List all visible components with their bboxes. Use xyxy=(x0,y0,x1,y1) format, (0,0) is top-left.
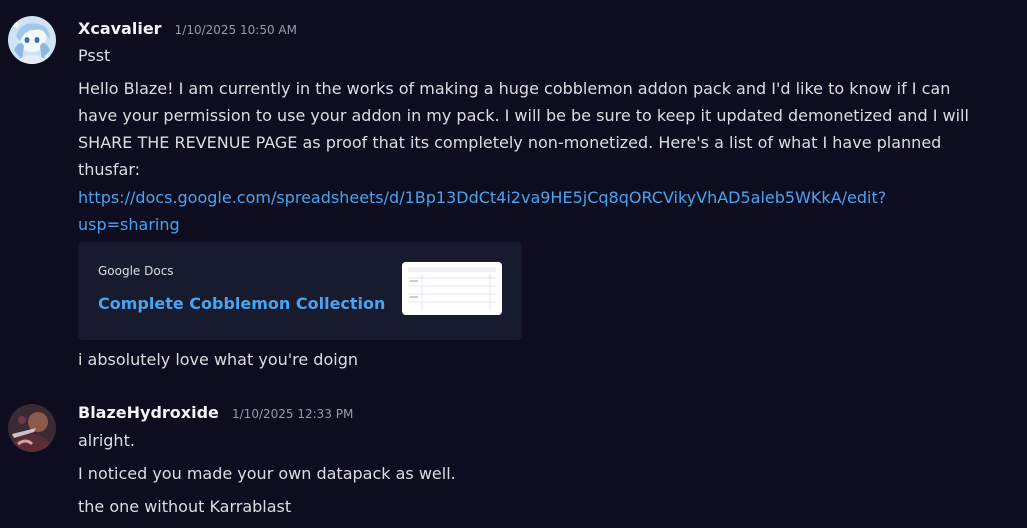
timestamp[interactable]: 1/10/2025 12:33 PM xyxy=(232,407,353,421)
user-avatar-icon xyxy=(8,404,56,452)
spreadsheet-thumbnail-icon xyxy=(402,262,502,315)
timestamp[interactable]: 1/10/2025 10:50 AM xyxy=(175,23,297,37)
message-text: i absolutely love what you're doign xyxy=(78,350,358,369)
embed-title-link[interactable]: Complete Cobblemon Collection xyxy=(98,294,385,313)
username[interactable]: BlazeHydroxide xyxy=(78,403,219,422)
message-text: Hello Blaze! I am currently in the works… xyxy=(78,79,951,98)
message-text: have your permission to use your addon i… xyxy=(78,106,969,125)
message-text: the one without Karrablast xyxy=(78,497,292,516)
message-header: Xcavalier 1/10/2025 10:50 AM xyxy=(78,19,297,38)
message-header: BlazeHydroxide 1/10/2025 12:33 PM xyxy=(78,403,353,422)
message-group-blazehydroxide: BlazeHydroxide 1/10/2025 12:33 PM alrigh… xyxy=(0,390,1027,528)
svg-text:✻: ✻ xyxy=(13,21,20,30)
message-link: usp=sharing xyxy=(78,211,1008,238)
message-link: https://docs.google.com/spreadsheets/d/1… xyxy=(78,184,1008,211)
spreadsheet-link-continuation[interactable]: usp=sharing xyxy=(78,215,180,234)
embed-thumbnail[interactable] xyxy=(402,262,502,315)
anime-avatar-icon: ✻ ✻ xyxy=(8,16,56,64)
message-text: thusfar: xyxy=(78,160,141,179)
message-text: Psst xyxy=(78,46,111,65)
username[interactable]: Xcavalier xyxy=(78,19,162,38)
message-text: SHARE THE REVENUE PAGE as proof that its… xyxy=(78,133,942,152)
avatar[interactable]: ✻ ✻ xyxy=(8,16,56,64)
message-group-xcavalier: ✻ ✻ Xcavalier 1/10/2025 10:50 AM Psst He… xyxy=(0,0,1027,380)
message-text: alright. xyxy=(78,431,135,450)
embed-provider: Google Docs xyxy=(98,264,174,278)
link-embed: Google Docs Complete Cobblemon Collectio… xyxy=(78,242,522,340)
avatar[interactable] xyxy=(8,404,56,452)
message-text: I noticed you made your own datapack as … xyxy=(78,464,456,483)
spreadsheet-link[interactable]: https://docs.google.com/spreadsheets/d/1… xyxy=(78,188,886,207)
svg-text:✻: ✻ xyxy=(44,53,51,62)
